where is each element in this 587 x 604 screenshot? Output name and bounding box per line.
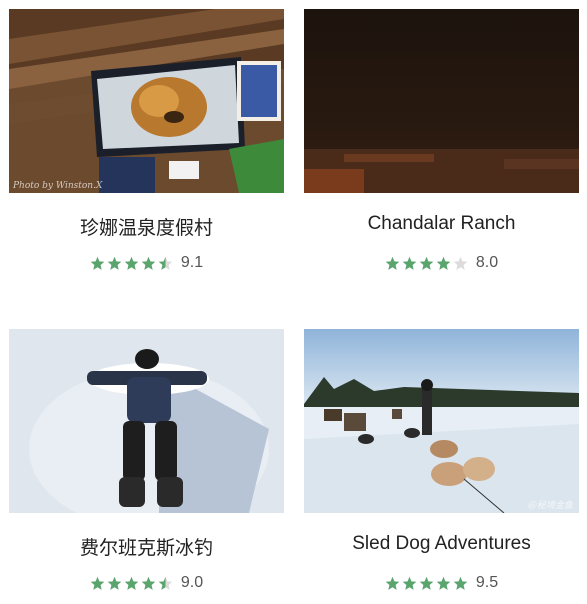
- attraction-photo[interactable]: @秘境金鱼: [304, 329, 579, 513]
- attraction-rating: 9.1: [9, 254, 284, 272]
- star-full-icon: [402, 576, 417, 590]
- attraction-photo[interactable]: [304, 9, 579, 193]
- attraction-rating: 9.0: [9, 574, 284, 592]
- star-empty-icon: [453, 256, 468, 270]
- attraction-title[interactable]: Sled Dog Adventures: [304, 533, 579, 555]
- star-full-icon: [419, 256, 434, 270]
- star-full-icon: [385, 256, 400, 270]
- attraction-rating: 9.5: [304, 574, 579, 592]
- rating-score: 9.0: [180, 574, 204, 591]
- star-full-icon: [141, 576, 156, 590]
- star-full-icon: [453, 576, 468, 590]
- attraction-card[interactable]: Photo by Winston.X 珍娜温泉度假村 9.1: [9, 9, 284, 289]
- attraction-card[interactable]: Chandalar Ranch 8.0: [304, 9, 579, 289]
- rating-score: 9.5: [475, 574, 499, 591]
- star-full-icon: [124, 576, 139, 590]
- photo-watermark: Photo by Winston.X: [13, 181, 103, 191]
- star-full-icon: [141, 256, 156, 270]
- photo-bear-painting: [9, 9, 284, 193]
- attraction-title[interactable]: 费尔班克斯冰钓: [9, 533, 284, 560]
- star-rating: [90, 576, 175, 591]
- star-full-icon: [419, 576, 434, 590]
- photo-snow-angel: [9, 329, 284, 513]
- star-full-icon: [436, 576, 451, 590]
- star-rating: [90, 256, 175, 271]
- star-full-icon: [107, 576, 122, 590]
- star-full-icon: [124, 256, 139, 270]
- attraction-title[interactable]: 珍娜温泉度假村: [9, 213, 284, 240]
- photo-watermark: @秘境金鱼: [527, 501, 573, 511]
- star-full-icon: [90, 576, 105, 590]
- star-full-icon: [436, 256, 451, 270]
- star-rating: [385, 256, 470, 271]
- star-rating: [385, 576, 470, 591]
- photo-dark-ranch: [304, 9, 579, 193]
- star-full-icon: [90, 256, 105, 270]
- star-full-icon: [385, 576, 400, 590]
- attraction-title[interactable]: Chandalar Ranch: [304, 213, 579, 235]
- attraction-rating: 8.0: [304, 254, 579, 272]
- rating-score: 8.0: [475, 254, 499, 271]
- rating-score: 9.1: [180, 254, 204, 271]
- attraction-photo[interactable]: [9, 329, 284, 513]
- attraction-card[interactable]: @秘境金鱼 Sled Dog Adventures 9.5: [304, 329, 579, 604]
- star-full-icon: [402, 256, 417, 270]
- star-half-icon: [158, 576, 173, 590]
- attraction-card[interactable]: 费尔班克斯冰钓 9.0: [9, 329, 284, 604]
- star-full-icon: [107, 256, 122, 270]
- attraction-photo[interactable]: Photo by Winston.X: [9, 9, 284, 193]
- attraction-grid: Photo by Winston.X 珍娜温泉度假村 9.1 Chandalar…: [0, 0, 587, 604]
- photo-sled-dogs: [304, 329, 579, 513]
- star-half-icon: [158, 256, 173, 270]
